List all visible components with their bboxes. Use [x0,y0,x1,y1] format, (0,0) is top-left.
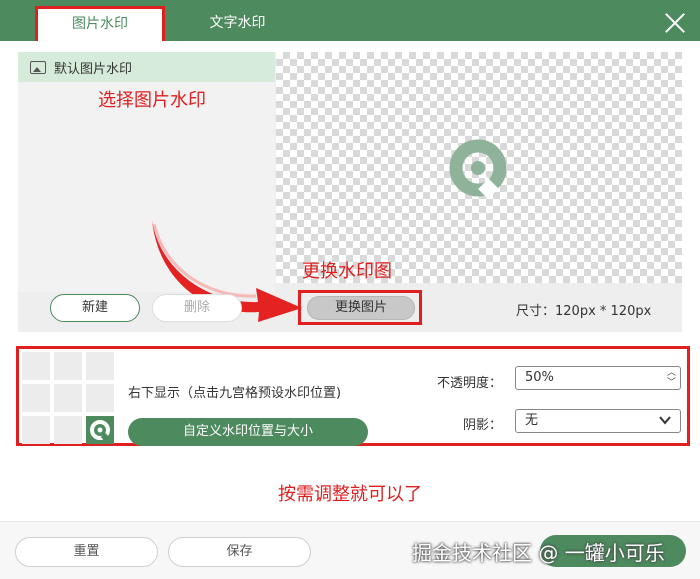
save-button[interactable]: 保存 [168,537,311,567]
grid-cell[interactable] [22,352,50,380]
grid-cell[interactable] [22,416,50,444]
annotation-change: 更换水印图 [302,261,392,282]
tab-text-watermark[interactable]: 文字水印 [190,6,285,41]
new-button[interactable]: 新建 [50,294,140,322]
logo-icon [449,139,507,198]
grid-cell-selected[interactable] [86,416,114,444]
grid-cell[interactable] [54,352,82,380]
image-icon [30,60,46,74]
grid-cell[interactable] [54,416,82,444]
list-item[interactable]: 默认图片水印 [18,52,275,82]
tab-image-watermark[interactable]: 图片水印 [35,6,165,41]
opacity-value: 50% [525,370,554,385]
custom-position-button[interactable]: 自定义水印位置与大小 [128,418,368,446]
annotation-select: 选择图片水印 [98,90,206,111]
grid-cell[interactable] [86,384,114,412]
opacity-stepper[interactable]: 50% ︿ ﹀ [515,366,681,390]
position-description: 右下显示（点击九宫格预设水印位置) [128,386,342,401]
grid-cell[interactable] [86,352,114,380]
size-label: 尺寸：120px * 120px [516,304,652,319]
opacity-label: 不透明度： [436,376,502,391]
chevron-down-icon [659,416,671,425]
change-image-button[interactable]: 更换图片 [307,296,415,320]
site-watermark: 掘金技术社区 @ 一罐小可乐 [412,541,665,565]
list-item-label: 默认图片水印 [54,61,133,77]
logo-icon [90,420,110,442]
grid-cell[interactable] [54,384,82,412]
close-icon[interactable] [664,12,686,34]
reset-button[interactable]: 重置 [15,537,158,567]
delete-button[interactable]: 删除 [152,294,242,322]
shadow-label: 阴影： [462,418,502,433]
shadow-value: 无 [525,413,539,428]
spinner-icon[interactable]: ︿ ﹀ [667,368,676,388]
grid-cell[interactable] [22,384,50,412]
annotation-adjust: 按需调整就可以了 [278,484,422,505]
shadow-select[interactable]: 无 [515,409,681,433]
position-grid[interactable] [22,352,114,444]
